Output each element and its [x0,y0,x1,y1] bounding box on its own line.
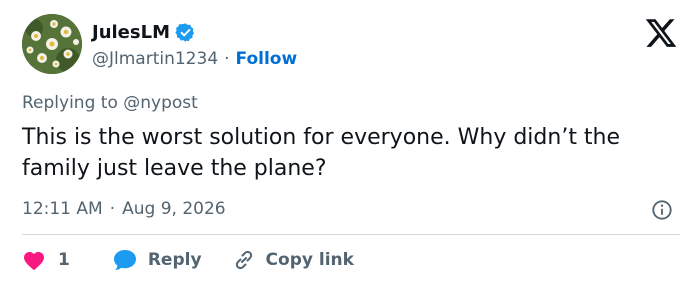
reply-context: Replying to @nypost [22,93,198,113]
copy-link-button[interactable]: Copy link [232,248,354,272]
copy-link-label: Copy link [265,250,354,270]
avatar[interactable] [22,14,82,74]
action-bar: 1 Reply Copy link [22,246,354,274]
link-icon [232,248,256,272]
heart-icon [22,249,46,271]
timestamp-row[interactable]: 12:11 AM · Aug 9, 2026 [22,197,226,221]
verified-badge-icon [175,22,196,43]
display-name[interactable]: JulesLM [92,22,170,43]
follow-button[interactable]: Follow [236,49,298,69]
name-row: JulesLM [92,19,196,45]
like-button[interactable]: 1 [22,249,70,271]
timestamp-separator: · [109,199,116,219]
reply-prefix: Replying to [22,93,118,113]
tweet-time[interactable]: 12:11 AM [22,199,103,219]
reply-bubble-icon [112,248,138,272]
separator-dot: · [224,49,230,69]
reply-button[interactable]: Reply [112,248,202,272]
reply-label: Reply [147,250,202,270]
info-icon[interactable] [651,199,673,221]
tweet-date[interactable]: Aug 9, 2026 [122,199,226,219]
divider [22,234,680,235]
x-logo-icon[interactable] [644,16,678,50]
tweet-text: This is the worst solution for everyone.… [22,125,621,181]
like-count: 1 [58,250,70,270]
reply-to-mention[interactable]: @nypost [123,93,198,113]
handle-row: @Jlmartin1234 · Follow [92,47,297,71]
tweet-card: JulesLM @Jlmartin1234 · Follow Replying … [0,0,700,287]
user-handle[interactable]: @Jlmartin1234 [92,49,218,69]
